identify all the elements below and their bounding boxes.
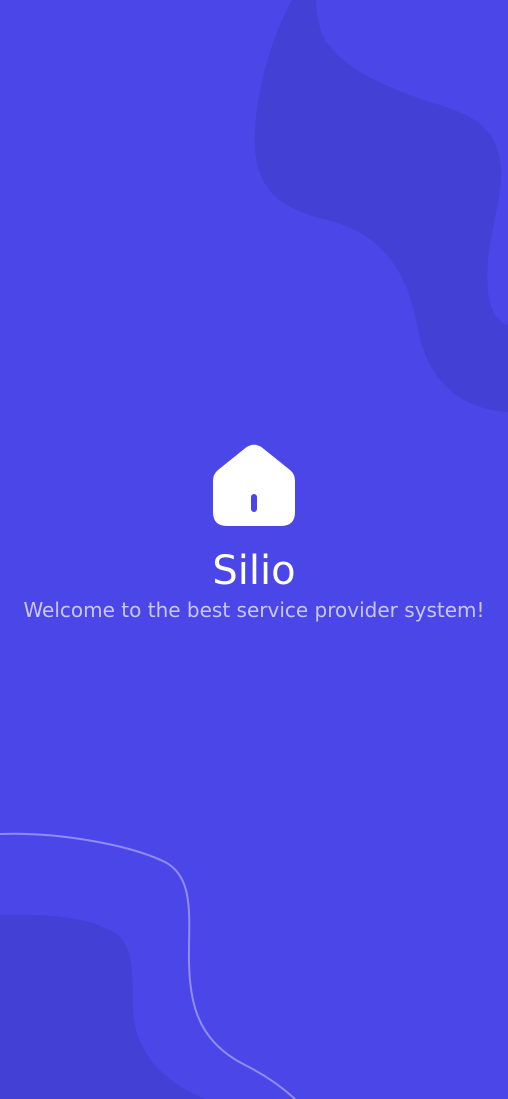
home-icon <box>213 444 295 526</box>
welcome-tagline: Welcome to the best service provider sys… <box>23 598 485 622</box>
app-name: Silio <box>212 548 296 594</box>
bottom-left-blob <box>0 914 205 1099</box>
splash-content: Silio Welcome to the best service provid… <box>0 444 508 624</box>
